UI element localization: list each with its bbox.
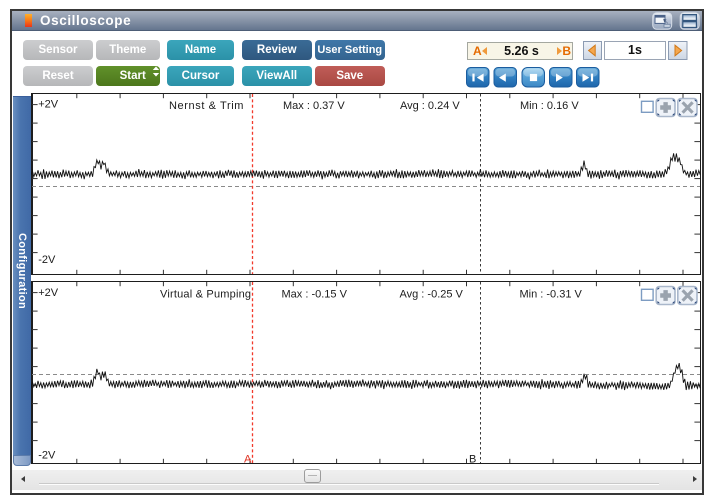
svg-text:Max : -0.15 V: Max : -0.15 V <box>282 289 348 301</box>
svg-text:A: A <box>244 454 252 465</box>
svg-text:-2V: -2V <box>38 254 56 266</box>
svg-text:Avg : 0.24 V: Avg : 0.24 V <box>400 100 460 112</box>
svg-text:Avg : -0.25 V: Avg : -0.25 V <box>400 289 464 301</box>
svg-text:+2V: +2V <box>38 99 59 111</box>
svg-text:-2V: -2V <box>38 450 56 462</box>
svg-text:Min : 0.16 V: Min : 0.16 V <box>520 100 579 112</box>
svg-text:Max : 0.37 V: Max : 0.37 V <box>283 100 345 112</box>
svg-text:Nernst & Trim: Nernst & Trim <box>169 100 244 112</box>
svg-text:Min : -0.31 V: Min : -0.31 V <box>520 289 583 301</box>
svg-text:+2V: +2V <box>38 287 59 299</box>
svg-text:B: B <box>469 454 476 465</box>
svg-text:Virtual & Pumping: Virtual & Pumping <box>160 289 251 301</box>
